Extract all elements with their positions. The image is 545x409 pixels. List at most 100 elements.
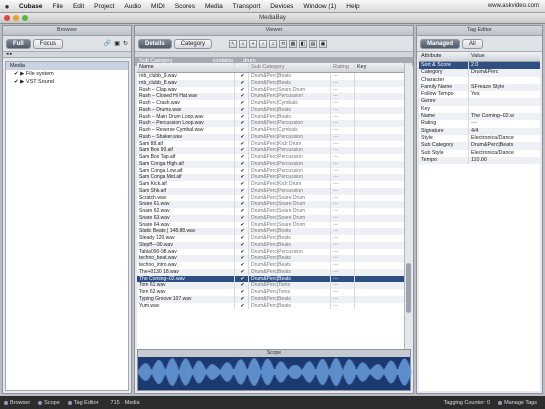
table-row[interactable]: Sam Conga High.aif ✔ Drum&Perc|Percussion ◦… [137, 160, 404, 168]
col-attribute[interactable]: Attribute [419, 52, 469, 61]
midi-tool-icon[interactable]: ♫ [269, 39, 278, 48]
table-row[interactable]: Rush – Crash.wav ✔ Drum&Perc|Cymbals ◦◦◦ [137, 100, 404, 107]
col-sub-category[interactable]: Sub Category [249, 63, 331, 72]
menu-midi[interactable]: MIDI [146, 3, 170, 10]
tag-row[interactable]: Sub Category Drum&Perc|Beats [419, 142, 540, 150]
tag-value[interactable]: Yes [469, 91, 540, 98]
tree-item-file-system[interactable]: ✔ ▶ File system [6, 70, 128, 78]
tag-row[interactable]: Signature 4/4 [419, 127, 540, 135]
menu-transport[interactable]: Transport [228, 3, 266, 10]
tag-row[interactable]: Follow Tempo Yes [419, 91, 540, 99]
table-row[interactable]: Scratch.wav ✔ Drum&Perc|Snare Drum ◦◦◦ [137, 194, 404, 202]
table-row[interactable]: The Coming–02.wav ✔ Drum&Perc|Beats ◦◦◦ [137, 275, 404, 283]
tab-full[interactable]: Full [6, 38, 31, 49]
tree-item-media[interactable]: Media [6, 62, 128, 70]
table-row[interactable]: Snare 63.wav ✔ Drum&Perc|Snare Drum ◦◦◦ [137, 214, 404, 222]
table-row[interactable]: Sam Box 90.aif ✔ Drum&Perc|Percussion ◦◦◦ [137, 147, 404, 154]
expand-icon[interactable]: ▶ [20, 71, 24, 77]
table-row[interactable]: Sam Conga Low.aif ✔ Drum&Perc|Percussion ◦◦… [137, 167, 404, 175]
table-row[interactable]: Yum.wav ✔ Drum&Perc|Beats ◦◦◦ [137, 302, 404, 310]
loop-tool-icon[interactable]: ⟲ [279, 39, 288, 48]
tag-row[interactable]: Name The Coming–02.w [419, 113, 540, 121]
tag-row[interactable]: Sub Style Electronica/Dance [419, 149, 540, 157]
tag-value[interactable]: Electronica/Dance [469, 150, 540, 157]
tag-value[interactable]: 110.00 [469, 157, 540, 164]
table-row[interactable]: rnb_clubb_8.wav ✔ Drum&Perc|Beats ◦◦◦ [137, 79, 404, 87]
table-row[interactable]: Sam Shk.aif ✔ Drum&Perc|Percussion ◦◦◦ [137, 187, 404, 195]
table-row[interactable]: techno_intro.wav ✔ Drum&Perc|Beats ◦◦◦ [137, 262, 404, 269]
tab-managed[interactable]: Managed [420, 38, 461, 49]
audio-tool-icon[interactable]: ♪ [259, 39, 268, 48]
add-tool-icon[interactable]: + [249, 39, 258, 48]
menu-scores[interactable]: Scores [170, 3, 200, 10]
tag-value[interactable]: 4/4 [469, 128, 540, 135]
table-row[interactable]: Static Beats | 148.88.wav ✔ Drum&Perc|Beat… [137, 228, 404, 235]
table-row[interactable]: Rush – Reverse Cymbal.wav ✔ Drum&Perc|Cymb… [137, 127, 404, 134]
forward-icon[interactable]: ▸ [10, 51, 13, 57]
tag-value[interactable]: Drum&Perc|Beats [469, 142, 540, 149]
table-row[interactable]: Snare 61.wav ✔ Drum&Perc|Snare Drum ◦◦◦ [137, 201, 404, 208]
table-row[interactable]: Rush – Closed Hi Hat.wav ✔ Drum&Perc|Percu… [137, 93, 404, 100]
menu-cubase[interactable]: Cubase [14, 3, 47, 10]
table-row[interactable]: Rush – Clap.wav ✔ Drum&Perc|Snare Drum ◦◦◦ [137, 86, 404, 94]
video-tool-icon[interactable]: ▣ [319, 39, 328, 48]
minimize-icon[interactable] [13, 15, 19, 21]
menu-devices[interactable]: Devices [265, 3, 298, 10]
zoom-tool-icon[interactable]: ⌕ [239, 39, 248, 48]
tag-row[interactable]: Tempo 110.00 [419, 156, 540, 165]
tag-value[interactable]: The Coming–02.w [469, 113, 540, 120]
menu-edit[interactable]: Edit [68, 3, 89, 10]
tab-focus[interactable]: Focus [32, 38, 64, 49]
tab-category[interactable]: Category [173, 38, 213, 49]
col-name[interactable]: Name [137, 63, 235, 72]
grid-tool-icon[interactable]: ▦ [289, 39, 298, 48]
zoom-icon[interactable] [22, 15, 28, 21]
tag-value[interactable]: Drum&Perc [469, 69, 540, 76]
tag-value[interactable] [469, 98, 540, 105]
table-row[interactable]: Rush – Shaker.wav ✔ Drum&Perc|Percussion ◦◦… [137, 133, 404, 141]
table-row[interactable]: Steady 120.wav ✔ Drum&Perc|Beats ◦◦◦ [137, 235, 404, 242]
scope-toggle[interactable]: Scope [38, 400, 60, 406]
tag-row[interactable]: Key [419, 105, 540, 114]
table-row[interactable]: Tom 61.wav ✔ Drum&Perc|Toms ◦◦◦ [137, 282, 404, 289]
scroll-thumb[interactable] [406, 263, 411, 313]
table-row[interactable]: Sam 88.aif ✔ Drum&Perc|Kick Drum ◦◦◦ [137, 140, 404, 148]
tag-value[interactable] [469, 77, 540, 84]
col-rating[interactable]: Rating [331, 63, 355, 72]
tag-row[interactable]: Rating ◦◦◦ [419, 120, 540, 128]
tag-value[interactable] [469, 106, 540, 113]
folder-icon[interactable]: ▣ [114, 40, 120, 47]
browser-toggle[interactable]: Browser [4, 400, 30, 406]
tag-value[interactable]: Electronica/Dance [469, 135, 540, 142]
refresh-icon[interactable]: ↻ [123, 40, 128, 47]
col-key[interactable]: Key [355, 63, 395, 72]
expand-icon[interactable]: ▶ [20, 79, 24, 85]
back-icon[interactable]: ◂ [6, 51, 9, 57]
table-row[interactable]: Sam Conga Mid.aif ✔ Drum&Perc|Percussion ◦◦… [137, 174, 404, 181]
menu-media[interactable]: Media [200, 3, 228, 10]
table-row[interactable]: The+0130 18.wav ✔ Drum&Perc|Beats ◦◦◦ [137, 268, 404, 276]
apple-icon[interactable]: ● [0, 2, 14, 11]
tag-value[interactable]: 2.0 [469, 62, 540, 69]
menu-file[interactable]: File [47, 3, 67, 10]
table-row[interactable]: Snare 64.wav ✔ Drum&Perc|Snare Drum ◦◦◦ [137, 221, 404, 229]
tag-row[interactable]: Style Electronica/Dance [419, 134, 540, 143]
tab-all[interactable]: All [462, 38, 483, 49]
table-row[interactable]: Stepff—90.wav ✔ Drum&Perc|Beats ◦◦◦ [137, 241, 404, 249]
waveform[interactable] [137, 357, 412, 388]
tag-value[interactable]: ◦◦◦ [469, 120, 540, 127]
menu-help[interactable]: Help [341, 3, 364, 10]
link-icon[interactable]: 🔗 [104, 40, 111, 47]
close-icon[interactable] [4, 15, 10, 21]
tab-details[interactable]: Details [138, 38, 172, 49]
menu-audio[interactable]: Audio [119, 3, 146, 10]
manage-tags-button[interactable]: Manage Tags [498, 400, 537, 406]
table-row[interactable]: techno_beat.wav ✔ Drum&Perc|Beats ◦◦◦ [137, 255, 404, 262]
table-row[interactable]: rnb_clubb_9.wav ✔ Drum&Perc|Beats ◦◦◦ [137, 73, 404, 80]
pattern-tool-icon[interactable]: ▤ [309, 39, 318, 48]
table-row[interactable]: Rush – Percussion Loop.wav ✔ Drum&Perc|Per… [137, 120, 404, 127]
menu-project[interactable]: Project [89, 3, 119, 10]
preset-tool-icon[interactable]: ◧ [299, 39, 308, 48]
tag-editor-toggle[interactable]: Tag Editor [67, 400, 99, 406]
table-row[interactable]: Sam Kick.aif ✔ Drum&Perc|Kick Drum ◦◦◦ [137, 181, 404, 188]
